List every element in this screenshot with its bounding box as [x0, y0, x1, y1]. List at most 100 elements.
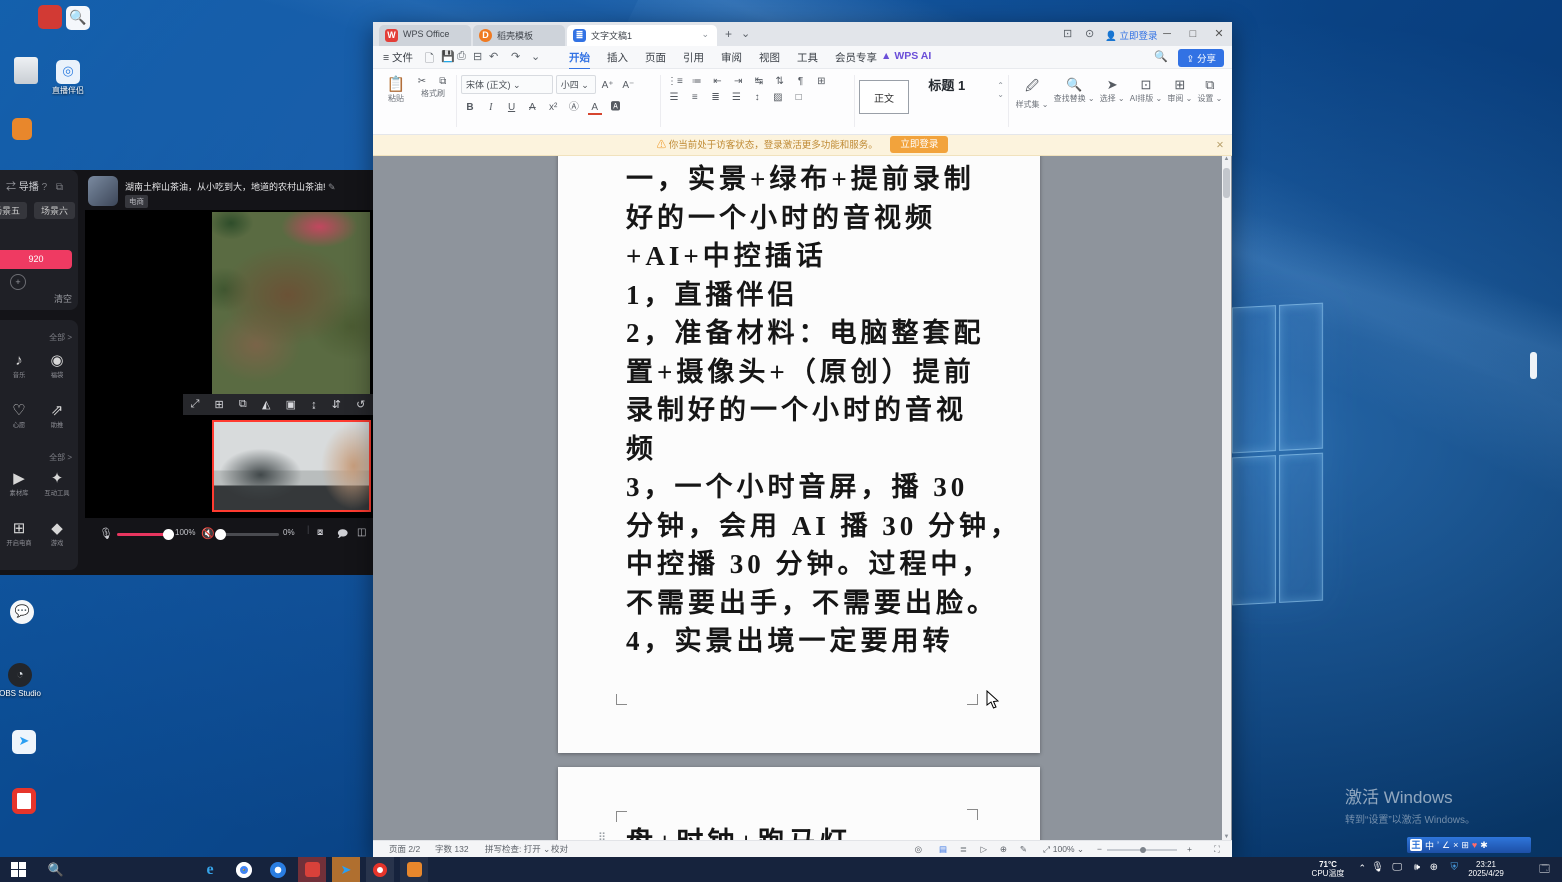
- line-spacing-button[interactable]: ↕: [750, 92, 764, 103]
- align-right-button[interactable]: ≣: [709, 92, 723, 103]
- ime-skin-icon[interactable]: ♥: [1472, 840, 1477, 850]
- ai-layout-button[interactable]: ⊡ AI排版 ⌄: [1130, 77, 1163, 110]
- indent-button[interactable]: ⇥: [731, 76, 745, 87]
- underline-button[interactable]: U: [505, 102, 519, 113]
- more-panel-icon[interactable]: ◫: [357, 527, 366, 538]
- fullscreen-toggle-icon[interactable]: ⛶: [1214, 841, 1220, 857]
- notice-login-button[interactable]: 立即登录: [890, 136, 948, 153]
- mirror-icon[interactable]: ⇵: [332, 398, 341, 411]
- more-tools-button[interactable]: ⧉ 设置 ⌄: [1197, 77, 1222, 110]
- rotate-icon[interactable]: ↺: [356, 398, 365, 411]
- highlight-button[interactable]: Ⓐ: [567, 98, 581, 113]
- font-name-combo[interactable]: 宋体 (正文) ⌄: [461, 75, 553, 94]
- italic-button[interactable]: I: [484, 102, 498, 113]
- undo-icon[interactable]: ↶: [489, 50, 498, 63]
- settings-gear-icon[interactable]: ⊙: [1085, 27, 1094, 40]
- menu-tab-tools[interactable]: 工具: [797, 50, 818, 65]
- view-outline-icon[interactable]: ≣: [960, 841, 967, 857]
- ime-close-icon[interactable]: ×: [1453, 840, 1458, 850]
- format-painter-button[interactable]: 格式刷: [413, 88, 453, 99]
- ribbon-search-icon[interactable]: 🔍: [1154, 50, 1168, 63]
- tool-game[interactable]: ◆ 游戏: [40, 520, 74, 548]
- desktop-icon-live-companion[interactable]: ◎ 直播伴侣: [36, 60, 100, 95]
- maximize-button[interactable]: □: [1180, 22, 1206, 46]
- tray-network-icon[interactable]: ⊕: [1430, 862, 1438, 873]
- start-button[interactable]: [4, 857, 32, 882]
- titlebar-login-link[interactable]: 👤 立即登录: [1105, 28, 1158, 42]
- view-web-icon[interactable]: ⊕: [1000, 841, 1007, 857]
- tab-document-1[interactable]: ≣ 文字文稿1 ⌄: [567, 25, 717, 46]
- view-play-icon[interactable]: ▷: [980, 841, 987, 857]
- video-source-outdoor[interactable]: [212, 212, 370, 397]
- document-scrollbar[interactable]: ▲ ▼: [1222, 156, 1231, 840]
- zoom-out-button[interactable]: −: [1097, 841, 1102, 857]
- strikethrough-button[interactable]: A: [525, 102, 539, 113]
- speaker-volume-slider[interactable]: [217, 533, 279, 536]
- superscript-button[interactable]: x²: [546, 102, 560, 113]
- increase-font-icon[interactable]: A⁺: [601, 80, 615, 91]
- more-chevron-icon[interactable]: ⌄: [531, 50, 540, 63]
- cut-button[interactable]: ✂: [415, 76, 429, 87]
- comment-icon[interactable]: 🗩: [337, 527, 348, 544]
- text-direction-button[interactable]: ↹: [752, 76, 766, 87]
- justify-button[interactable]: ☰: [729, 92, 743, 103]
- tray-volume-icon[interactable]: 🕪: [1414, 862, 1420, 873]
- styles-scroll-up[interactable]: ⌃⌄: [997, 81, 1004, 99]
- tool-media-library[interactable]: ▶ 素材库: [2, 470, 36, 498]
- desktop-icon-red-o-app[interactable]: [0, 788, 56, 816]
- taskbar-live-companion-active[interactable]: ➤: [332, 857, 360, 882]
- fit-page-icon[interactable]: ⤢: [1043, 841, 1050, 857]
- style-heading1[interactable]: 标题 1: [912, 75, 982, 94]
- cpu-temp-widget[interactable]: 71°C CPU温度: [1308, 860, 1348, 878]
- input-method-bar[interactable]: 王 中 ’ ∠ × ⊞ ♥ ✱: [1407, 837, 1531, 853]
- mic-volume-knob[interactable]: [163, 529, 174, 540]
- ime-settings-icon[interactable]: ✱: [1480, 840, 1488, 851]
- desktop-icon-orange-app[interactable]: [0, 118, 54, 142]
- save-icon[interactable]: 💾: [441, 50, 455, 63]
- align-center-button[interactable]: ≡: [688, 92, 702, 103]
- tool-music[interactable]: ♪ 音乐: [2, 352, 36, 380]
- sidebar-handle[interactable]: [1530, 352, 1537, 379]
- zoom-in-button[interactable]: +: [1187, 841, 1192, 857]
- menu-tab-wps-ai[interactable]: ▲ WPS AI: [881, 50, 931, 62]
- style-normal[interactable]: 正文: [859, 80, 909, 114]
- menu-tab-insert[interactable]: 插入: [607, 50, 628, 65]
- ime-chinese-mode-icon[interactable]: 中: [1425, 839, 1434, 852]
- add-scene-button[interactable]: +: [10, 274, 26, 290]
- copy-button[interactable]: ⧉: [436, 76, 450, 87]
- view-page-mode-icon[interactable]: ▤: [939, 841, 947, 857]
- minimize-button[interactable]: ─: [1154, 22, 1180, 46]
- tab-wps-home[interactable]: W WPS Office: [379, 25, 471, 46]
- numbering-button[interactable]: ≔: [690, 76, 704, 87]
- video-source-indoor-selected[interactable]: [212, 420, 371, 512]
- ime-handwrite-icon[interactable]: ∠: [1442, 840, 1450, 851]
- scroll-up-arrow[interactable]: ▲: [1222, 156, 1231, 162]
- tray-display-icon[interactable]: 🖵: [1392, 862, 1402, 873]
- edit-mode-icon[interactable]: ✎: [1020, 841, 1027, 857]
- desktop-icon-search-app[interactable]: 🔍: [46, 6, 110, 32]
- microphone-icon[interactable]: 🎙: [99, 527, 113, 540]
- font-color-button[interactable]: A: [588, 102, 602, 115]
- action-center-icon[interactable]: 🗔: [1539, 862, 1550, 879]
- shading-button[interactable]: ▨: [771, 92, 785, 103]
- expand-icon[interactable]: ⧉: [56, 182, 63, 193]
- show-marks-button[interactable]: ¶: [794, 76, 808, 87]
- clear-button[interactable]: 清空: [54, 292, 72, 305]
- crop-icon[interactable]: ▣: [286, 398, 296, 411]
- tool-luckybag[interactable]: ◉ 福袋: [40, 352, 74, 380]
- taskbar-chrome[interactable]: [230, 857, 258, 882]
- decrease-font-icon[interactable]: A⁻: [621, 80, 635, 91]
- desktop-icon-obs-studio[interactable]: ◔ OBS Studio: [0, 663, 52, 698]
- paragraph-drag-handle[interactable]: ⠿: [598, 831, 607, 840]
- fullscreen-icon[interactable]: ⤢: [191, 398, 200, 411]
- status-proofread[interactable]: 校对: [551, 841, 568, 857]
- sort-button[interactable]: ⇅: [773, 76, 787, 87]
- frame-button[interactable]: □: [792, 92, 806, 103]
- share-button[interactable]: ⇪ 分享: [1178, 49, 1224, 67]
- document-page-2[interactable]: ⠿ 盘+时钟+跑马灯: [558, 767, 1040, 840]
- status-spellcheck[interactable]: 拼写检查: 打开 ⌄: [485, 841, 550, 857]
- tab-docer-template[interactable]: D 稻壳模板: [473, 25, 565, 46]
- swap-icon[interactable]: ⇄: [6, 182, 16, 193]
- speaker-muted-icon[interactable]: 🔇: [201, 527, 215, 540]
- document-page-1[interactable]: 一，实景+绿布+提前录制 好的一个小时的音视频 +AI+中控插话 1，直播伴侣 …: [558, 156, 1040, 753]
